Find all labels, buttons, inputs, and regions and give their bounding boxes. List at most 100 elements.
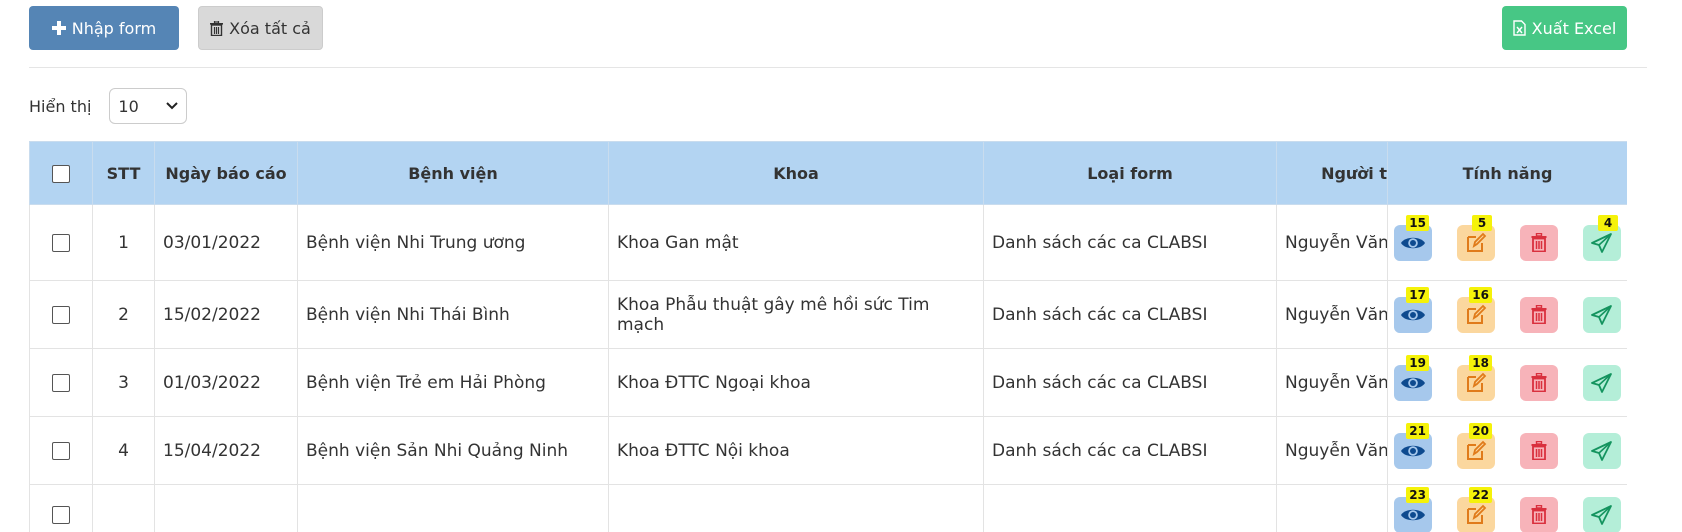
edit-button[interactable]: 22 xyxy=(1457,486,1495,532)
view-button[interactable]: 21 xyxy=(1394,422,1432,469)
cell-stt: 1 xyxy=(92,204,155,281)
page-size-select[interactable]: 10 xyxy=(109,88,188,124)
trash-icon xyxy=(1531,305,1547,324)
cell-dept: Khoa Phẫu thuật gây mê hồi sức Tim mạch xyxy=(608,280,984,349)
view-button[interactable]: 15 xyxy=(1394,214,1432,261)
cell-person: Nguyễn Văn xyxy=(1276,416,1388,485)
row-checkbox[interactable] xyxy=(52,441,70,460)
row-checkbox[interactable] xyxy=(52,373,70,392)
cell-stt: 2 xyxy=(92,280,155,349)
cell-stt: 4 xyxy=(92,416,155,485)
send-icon xyxy=(1591,304,1612,325)
row-checkbox[interactable] xyxy=(52,505,70,524)
cell-dept: Khoa ĐTTC Nội khoa xyxy=(608,416,984,485)
header-date: Ngày báo cáo xyxy=(154,141,298,205)
header-features: Tính năng xyxy=(1387,141,1627,205)
excel-file-icon xyxy=(1512,20,1526,36)
cell-features: 23 22 xyxy=(1387,484,1627,532)
edit-count-badge: 22 xyxy=(1469,486,1492,503)
delete-button[interactable] xyxy=(1520,296,1558,333)
header-stt: STT xyxy=(92,141,155,205)
feature-buttons: 19 18 xyxy=(1388,354,1627,401)
view-count-badge: 21 xyxy=(1406,422,1429,439)
table-row: 4 15/04/2022 Bệnh viện Sản Nhi Quảng Ninh K… xyxy=(29,416,1627,485)
row-select-cell xyxy=(29,204,93,281)
view-button[interactable]: 17 xyxy=(1394,286,1432,333)
send-icon xyxy=(1591,372,1612,393)
cell-features: 17 16 xyxy=(1387,280,1627,349)
cell-dept xyxy=(608,484,984,532)
header-person: Người t xyxy=(1276,141,1388,205)
send-button[interactable] xyxy=(1583,432,1621,469)
view-count-badge: 15 xyxy=(1406,214,1429,231)
row-checkbox[interactable] xyxy=(52,305,70,324)
send-button[interactable] xyxy=(1583,496,1621,532)
add-form-label: Nhập form xyxy=(71,18,157,38)
toolbar: Nhập form Xóa tất cả Xuất Excel xyxy=(29,6,1627,50)
plus-icon xyxy=(51,21,66,35)
add-form-button[interactable]: Nhập form xyxy=(29,6,179,50)
clear-all-label: Xóa tất cả xyxy=(229,18,311,38)
cell-hospital: Bệnh viện Nhi Thái Bình xyxy=(297,280,609,349)
clear-all-button[interactable]: Xóa tất cả xyxy=(198,6,323,50)
select-all-checkbox[interactable] xyxy=(52,164,70,183)
cell-features: 19 18 xyxy=(1387,348,1627,417)
delete-button[interactable] xyxy=(1520,432,1558,469)
view-button[interactable]: 23 xyxy=(1394,486,1432,532)
chevron-down-icon xyxy=(166,102,179,110)
header-form-type: Loại form xyxy=(983,141,1277,205)
cell-features: 15 5 4 xyxy=(1387,204,1627,281)
view-count-badge: 19 xyxy=(1406,354,1429,371)
feature-buttons: 21 20 xyxy=(1388,422,1627,469)
edit-icon xyxy=(1467,440,1487,460)
cell-hospital: Bệnh viện Nhi Trung ương xyxy=(297,204,609,281)
edit-icon xyxy=(1467,504,1487,524)
send-icon xyxy=(1591,504,1612,525)
cell-date: 15/02/2022 xyxy=(154,280,298,349)
cell-hospital xyxy=(297,484,609,532)
view-button[interactable]: 19 xyxy=(1394,354,1432,401)
send-button[interactable] xyxy=(1583,364,1621,401)
edit-button[interactable]: 16 xyxy=(1457,286,1495,333)
cell-stt xyxy=(92,484,155,532)
table-header-row: STT Ngày báo cáo Bệnh viện Khoa Loại for… xyxy=(29,141,1627,205)
row-select-cell xyxy=(29,416,93,485)
send-icon xyxy=(1591,232,1612,253)
eye-icon xyxy=(1401,509,1425,520)
header-dept: Khoa xyxy=(608,141,984,205)
edit-button[interactable]: 20 xyxy=(1457,422,1495,469)
edit-count-badge: 16 xyxy=(1469,286,1492,303)
edit-button[interactable]: 18 xyxy=(1457,354,1495,401)
table-row: 3 01/03/2022 Bệnh viện Trẻ em Hải Phòng Kho… xyxy=(29,348,1627,417)
trash-icon xyxy=(1531,441,1547,460)
send-button[interactable] xyxy=(1583,296,1621,333)
delete-button[interactable] xyxy=(1520,364,1558,401)
cell-hospital: Bệnh viện Trẻ em Hải Phòng xyxy=(297,348,609,417)
cell-date: 01/03/2022 xyxy=(154,348,298,417)
delete-button[interactable] xyxy=(1520,224,1558,261)
table-row: 2 15/02/2022 Bệnh viện Nhi Thái Bình Khoa P… xyxy=(29,280,1627,349)
select-all-cell xyxy=(29,141,93,205)
trash-icon xyxy=(1531,233,1547,252)
trash-icon xyxy=(1531,373,1547,392)
export-excel-button[interactable]: Xuất Excel xyxy=(1502,6,1627,50)
eye-icon xyxy=(1401,445,1425,456)
report-table: STT Ngày báo cáo Bệnh viện Khoa Loại for… xyxy=(29,141,1627,532)
cell-form-type xyxy=(983,484,1277,532)
cell-dept: Khoa Gan mật xyxy=(608,204,984,281)
edit-button[interactable]: 5 xyxy=(1457,214,1495,261)
row-select-cell xyxy=(29,348,93,417)
cell-hospital: Bệnh viện Sản Nhi Quảng Ninh xyxy=(297,416,609,485)
cell-person: Nguyễn Văn xyxy=(1276,204,1388,281)
report-table-container: STT Ngày báo cáo Bệnh viện Khoa Loại for… xyxy=(29,141,1627,532)
page-size-control: Hiển thị 10 xyxy=(29,88,188,124)
send-button[interactable]: 4 xyxy=(1583,214,1621,261)
cell-form-type: Danh sách các ca CLABSI xyxy=(983,280,1277,349)
cell-person xyxy=(1276,484,1388,532)
edit-count-badge: 5 xyxy=(1472,214,1492,231)
delete-button[interactable] xyxy=(1520,496,1558,532)
row-checkbox[interactable] xyxy=(52,233,70,252)
send-icon xyxy=(1591,440,1612,461)
export-excel-label: Xuất Excel xyxy=(1531,18,1617,38)
cell-person: Nguyễn Văn xyxy=(1276,348,1388,417)
